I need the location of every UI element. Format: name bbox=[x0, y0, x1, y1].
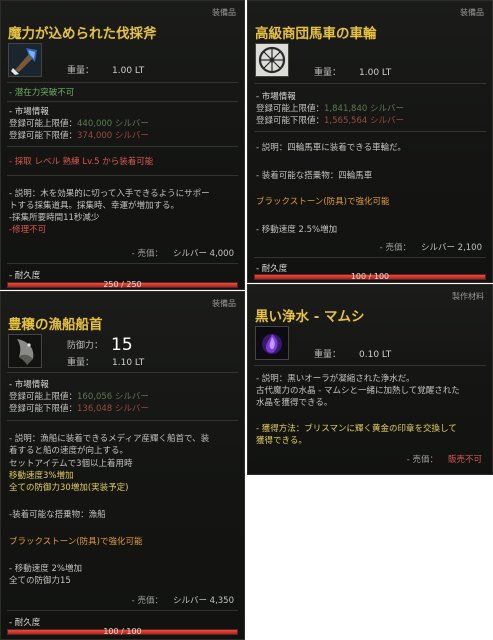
market-max-row: 登録可能上限値：1,841,840 シルバー bbox=[256, 104, 404, 114]
description-line: - 説明：黒いオーラが凝縮された浄水だ。 bbox=[256, 374, 415, 384]
description-line: - 説明：木を効果的に切って入手できるようにサポー bbox=[9, 189, 210, 199]
description-line: 水晶を獲得できる。 bbox=[256, 398, 333, 408]
durability-value: 100 / 100 bbox=[350, 272, 390, 281]
description-line: 古代魔力の水晶 - マムシと一緒に加熱して覚醒された bbox=[256, 386, 460, 396]
repair-note: -修理不可 bbox=[9, 225, 47, 235]
tooltip-axe: 装備品 魔力が込められた伐採斧 重量： 1.00 LT - 潜在力突破不可 - 市… bbox=[0, 0, 245, 290]
defense-row: 防御力： 15 bbox=[67, 335, 133, 355]
item-title: 高級商団馬車の車輪 bbox=[255, 26, 377, 42]
item-title: 黒い浄水 - マムシ bbox=[255, 309, 365, 325]
weight-row: 重量： 1.10 LT bbox=[67, 358, 145, 368]
item-category: 製作材料 bbox=[452, 292, 484, 301]
market-header: - 市場情報 bbox=[9, 107, 49, 117]
divider bbox=[7, 420, 238, 421]
market-min-row: 登録可能下限値：136,048 シルバー bbox=[9, 404, 149, 414]
divider bbox=[254, 131, 486, 132]
description-line: -採集所要時間11秒減少 bbox=[9, 213, 100, 223]
market-min-row: 登録可能下限値：1,565,564 シルバー bbox=[256, 116, 404, 126]
divider bbox=[7, 146, 238, 147]
mount-line: - 装着可能な搭乗物：四輪馬車 bbox=[256, 171, 373, 181]
divider bbox=[254, 257, 486, 258]
market-min-row: 登録可能下限値：374,000 シルバー bbox=[9, 131, 149, 141]
description-line: トする採集道具。採集時、幸運が増加する。 bbox=[9, 201, 180, 211]
divider bbox=[254, 365, 486, 366]
mount-line: -装着可能な搭乗物：漁船 bbox=[9, 510, 106, 520]
description-line: セットアイテムで3個以上着用時 bbox=[9, 459, 133, 469]
durability-bar: 250 / 250 bbox=[7, 280, 238, 289]
tooltip-prow: 装備品 豊穣の漁船船首 防御力： 15 重量： 1.10 LT - 市場情報 登録可… bbox=[0, 291, 245, 640]
weight-row: 重量： 0.10 LT bbox=[314, 350, 392, 360]
enhance-note: ブラックストーン(防具)で強化可能 bbox=[256, 197, 390, 207]
wheel-icon bbox=[255, 43, 289, 77]
divider bbox=[7, 175, 238, 176]
requirement-text: - 採取 レベル 熟練 Lv.5 から装着可能 bbox=[9, 157, 154, 167]
durability-value: 250 / 250 bbox=[103, 280, 142, 289]
tooltip-wheel: 装備品 高級商団馬車の車輪 重量： 1.00 LT - 市場情報 登録可能上限値：… bbox=[247, 0, 493, 283]
durability-bar: 100 / 100 bbox=[254, 272, 486, 281]
potential-text: - 潜在力突破不可 bbox=[9, 88, 75, 98]
item-category: 装備品 bbox=[212, 299, 236, 308]
purple-flask-icon bbox=[255, 326, 289, 360]
acquire-method: - 獲得方法：ブリスマンに輝く黄金の印章を交換して bbox=[256, 424, 457, 434]
item-category: 装備品 bbox=[460, 8, 484, 17]
market-max-row: 登録可能上限値：160,056 シルバー bbox=[9, 392, 149, 402]
description-line: 着すると船の速度が向上する。 bbox=[9, 446, 129, 456]
market-header: - 市場情報 bbox=[9, 380, 49, 390]
weight-row: 重量： 1.00 LT bbox=[67, 66, 145, 76]
speed-bonus: - 移動速度 2%増加 bbox=[9, 564, 82, 574]
enhance-note: ブラックストーン(防具)で強化可能 bbox=[9, 537, 143, 547]
description-line: - 説明：四輪馬車に装着できる車輪だ。 bbox=[256, 143, 406, 153]
item-title: 豊穣の漁船船首 bbox=[8, 317, 103, 333]
divider bbox=[7, 610, 238, 611]
divider bbox=[254, 83, 486, 84]
sell-price: - 売価： 販売不可 bbox=[406, 455, 482, 465]
divider bbox=[7, 101, 238, 102]
item-title: 魔力が込められた伐採斧 bbox=[8, 26, 157, 42]
description-line: - 説明：漁船に装着できるメディア産輝く船首で、装 bbox=[9, 434, 210, 444]
set-bonus-line: 全ての防御力30増加(実装予定) bbox=[9, 483, 129, 493]
speed-bonus: - 移動速度 2.5%増加 bbox=[256, 225, 338, 235]
sell-price: - 売価： シルバー 4,000 bbox=[131, 249, 234, 259]
market-header: - 市場情報 bbox=[256, 92, 296, 102]
item-category: 装備品 bbox=[212, 8, 236, 17]
axe-icon bbox=[8, 43, 42, 77]
divider bbox=[7, 82, 238, 83]
durability-value: 100 / 100 bbox=[103, 627, 142, 636]
acquire-method: 獲得できる。 bbox=[256, 436, 307, 446]
defense-bonus: 全ての防御力15 bbox=[9, 576, 71, 586]
tooltip-water: 製作材料 黒い浄水 - マムシ 重量： 0.10 LT - 説明：黒いオーラが凝縮… bbox=[247, 284, 493, 475]
ship-prow-icon bbox=[8, 334, 42, 368]
divider bbox=[7, 263, 238, 264]
sell-price: - 売価： シルバー 2,100 bbox=[379, 243, 482, 253]
divider bbox=[7, 372, 238, 373]
set-bonus-line: 移動速度3%増加 bbox=[9, 471, 74, 481]
durability-bar: 100 / 100 bbox=[7, 627, 238, 636]
market-max-row: 登録可能上限値：440,000 シルバー bbox=[9, 119, 149, 129]
sell-price: - 売価： シルバー 4,350 bbox=[131, 596, 234, 606]
weight-row: 重量： 1.00 LT bbox=[314, 68, 392, 78]
